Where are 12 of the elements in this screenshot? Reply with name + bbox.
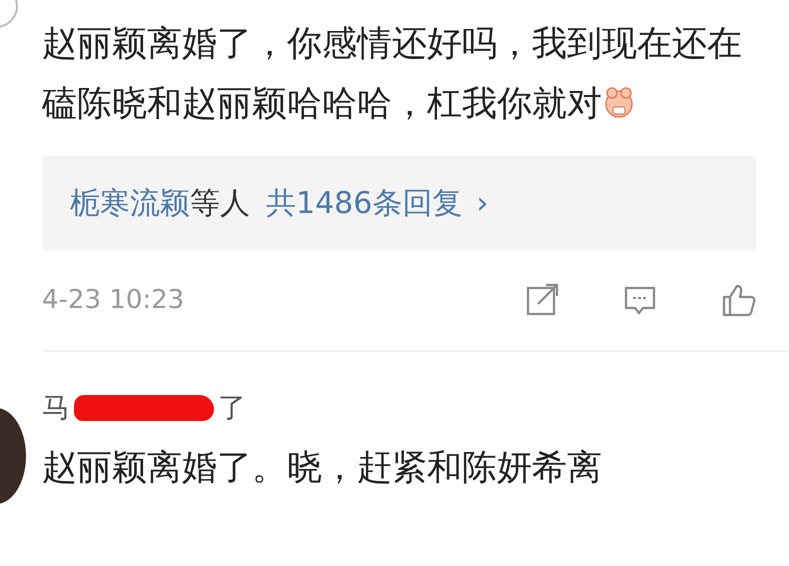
reply-suffix: 等人 — [190, 184, 250, 222]
thumbs-up-icon[interactable] — [720, 282, 756, 318]
username[interactable]: 马 — [42, 389, 70, 427]
reply-users[interactable]: 栀寒流颖 — [70, 182, 190, 224]
comment-text: 赵丽颖离婚了，你感情还好吗，我到现在还在磕陈晓和赵丽颖哈哈哈，杠我你就对 — [42, 23, 743, 126]
replies-link[interactable]: 栀寒流颖等人 共1486条回复 › — [42, 156, 756, 250]
chevron-icon[interactable]: › — [476, 186, 488, 220]
reply-count[interactable]: 共1486条回复 — [266, 182, 462, 224]
username[interactable]: 了 — [218, 389, 246, 427]
comment-text: 赵丽颖离婚了。晓，赶紧和陈妍希离 — [42, 447, 603, 490]
timestamp: 4-23 10:23 — [42, 285, 186, 315]
share-icon[interactable] — [524, 282, 560, 318]
